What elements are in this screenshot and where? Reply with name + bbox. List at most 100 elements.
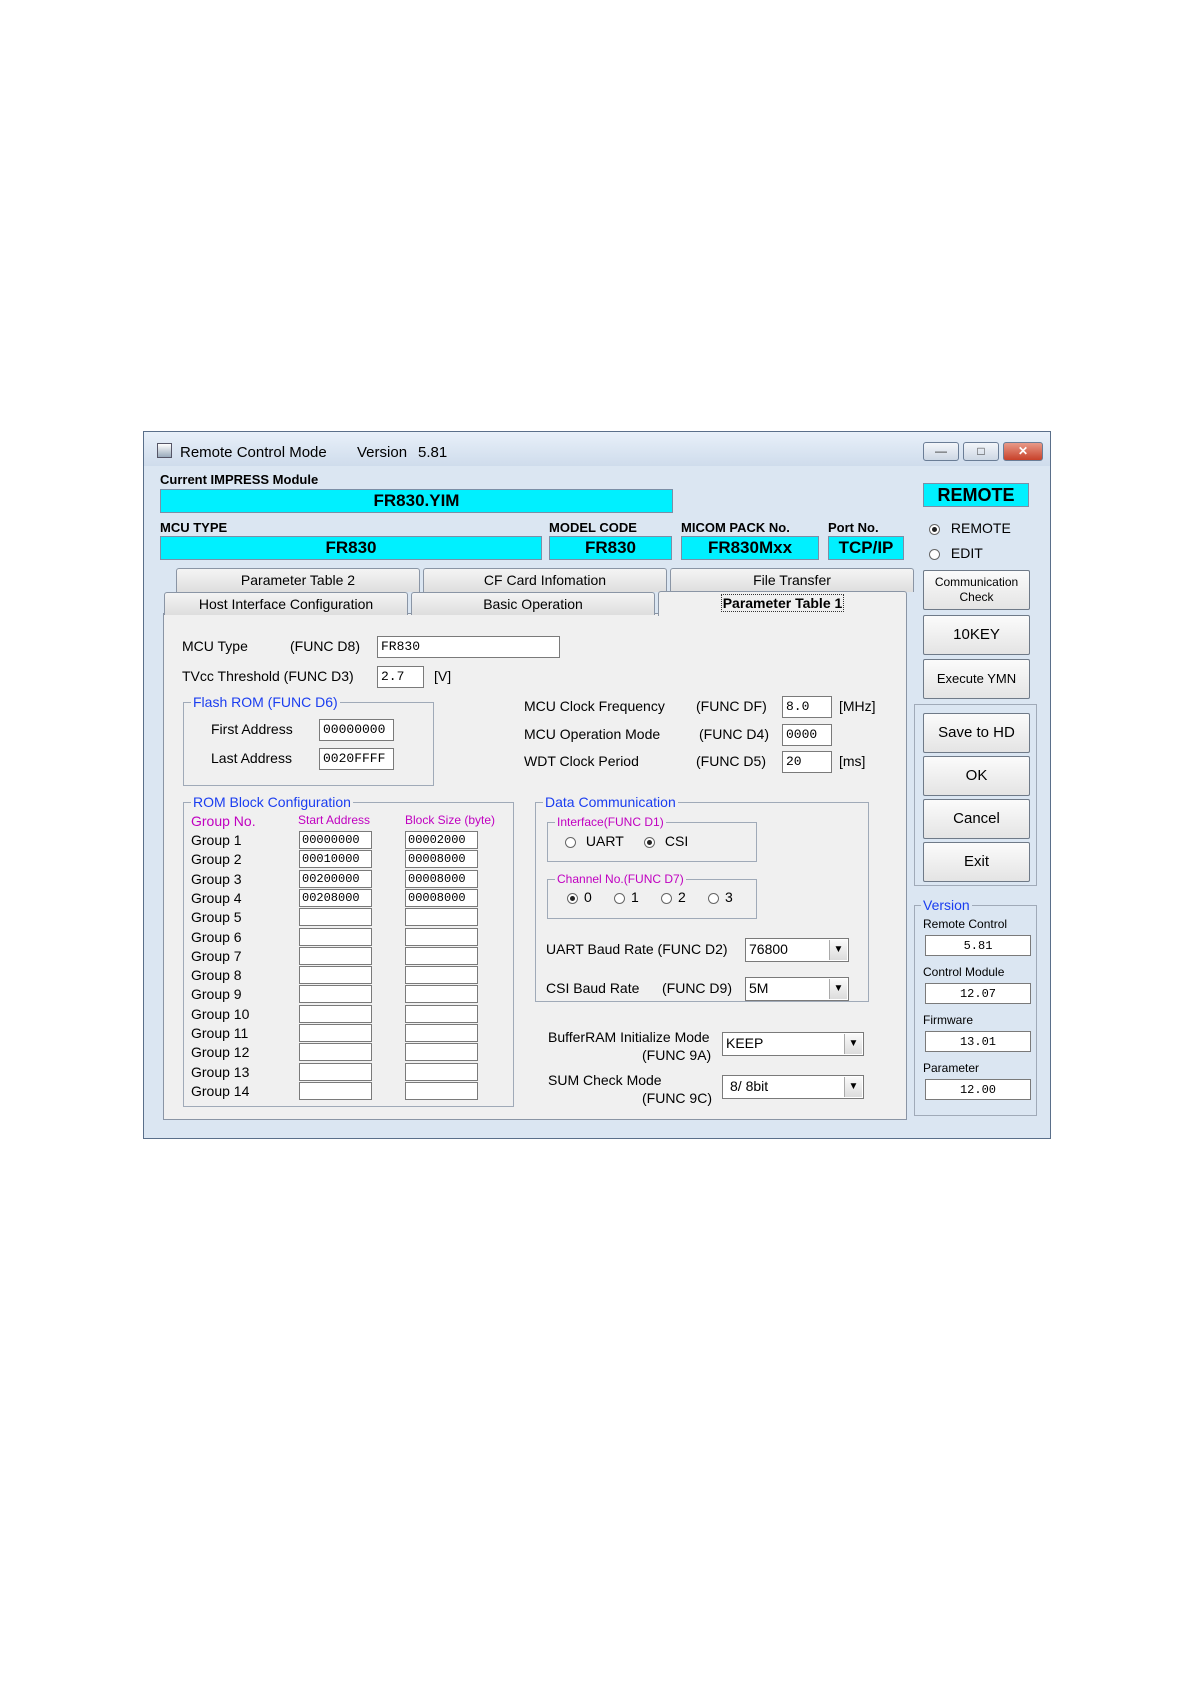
rom-group-label: Group 3 (191, 870, 242, 887)
close-button[interactable]: ✕ (1003, 442, 1043, 461)
rom-col-start-header: Start Address (298, 813, 371, 827)
interface-csi-label: CSI (664, 833, 689, 849)
rom-start-address-input[interactable] (299, 966, 372, 985)
tenkey-button[interactable]: 10KEY (923, 615, 1030, 655)
rom-block-size-input[interactable] (405, 1081, 478, 1100)
rom-start-address-input[interactable] (299, 1024, 372, 1042)
exit-button[interactable]: Exit (923, 842, 1030, 882)
cancel-button[interactable]: Cancel (923, 799, 1030, 839)
rom-group-label: Group 12 (191, 1044, 250, 1061)
maximize-button[interactable]: □ (963, 442, 999, 461)
interface-csi-radio[interactable]: CSI (644, 833, 688, 849)
radio-uart-icon (565, 836, 576, 848)
chevron-down-icon: ▼ (829, 979, 847, 999)
mode-edit-radio[interactable]: EDIT (929, 545, 983, 561)
rom-start-address-input[interactable] (299, 927, 372, 946)
rom-start-address-input[interactable] (299, 1043, 372, 1062)
channel-radio-label: 1 (631, 889, 639, 905)
rom-start-address-input[interactable] (299, 1081, 372, 1100)
rom-col-size-header: Block Size (byte) (405, 813, 496, 827)
radio-unselected-icon (929, 548, 940, 560)
channel-radio-3[interactable]: 3 (708, 889, 733, 905)
channel-title: Channel No.(FUNC D7) (555, 872, 686, 886)
rom-block-size-input[interactable] (405, 1062, 478, 1081)
interface-title: Interface(FUNC D1) (555, 815, 666, 829)
rom-start-address-input[interactable]: 00200000 (299, 869, 372, 888)
buffer-mode-func: (FUNC 9A) (642, 1047, 712, 1063)
rom-start-address-input[interactable] (299, 946, 372, 965)
clock-freq-func: (FUNC DF) (696, 698, 767, 714)
tvcc-input[interactable]: 2.7 (377, 666, 424, 688)
rom-block-size-input[interactable]: 00002000 (405, 831, 478, 849)
csi-baud-value: 5M (749, 980, 769, 996)
radio-icon (614, 892, 625, 904)
rom-block-size-input[interactable]: 00008000 (405, 888, 478, 907)
tab-parameter-table-1[interactable]: Parameter Table 1 (658, 591, 907, 616)
execute-ymn-button[interactable]: Execute YMN (923, 659, 1030, 699)
channel-radio-2[interactable]: 2 (661, 889, 686, 905)
radio-icon (708, 892, 719, 904)
rom-start-address-input[interactable]: 00010000 (299, 850, 372, 869)
radio-icon (661, 892, 672, 904)
rom-block-size-input[interactable] (405, 908, 478, 927)
rom-start-address-input[interactable]: 00000000 (299, 831, 372, 849)
radio-selected-icon (929, 523, 940, 535)
clock-freq-input[interactable]: 8.0 (782, 696, 832, 718)
rom-group-label: Group 9 (191, 986, 242, 1003)
buffer-mode-value: KEEP (726, 1035, 764, 1051)
first-address-input[interactable]: 00000000 (319, 719, 394, 741)
rom-block-size-input[interactable] (405, 927, 478, 946)
rom-start-address-input[interactable] (299, 985, 372, 1004)
csi-baud-select[interactable]: 5M ▼ (745, 977, 849, 1001)
rom-block-size-input[interactable] (405, 1043, 478, 1062)
rom-block-size-input[interactable] (405, 1024, 478, 1042)
wdt-input[interactable]: 20 (782, 751, 832, 773)
rom-start-address-input[interactable] (299, 1062, 372, 1081)
channel-radio-0[interactable]: 0 (567, 889, 592, 905)
save-to-hd-button[interactable]: Save to HD (923, 713, 1030, 753)
interface-uart-radio[interactable]: UART (565, 833, 624, 849)
rom-block-size-input[interactable]: 00008000 (405, 869, 478, 888)
minimize-icon: — (935, 444, 947, 458)
tab-parameter-table-2[interactable]: Parameter Table 2 (176, 568, 420, 592)
op-mode-input[interactable]: 0000 (782, 724, 832, 746)
rom-block-size-input[interactable] (405, 966, 478, 985)
buffer-mode-label: BufferRAM Initialize Mode (548, 1029, 710, 1045)
last-address-input[interactable]: 0020FFFF (319, 748, 394, 770)
communication-check-button[interactable]: Communication Check (923, 570, 1030, 610)
port-display: TCP/IP (828, 536, 904, 560)
tab-file-transfer[interactable]: File Transfer (670, 568, 914, 592)
rom-group-label: Group 7 (191, 947, 242, 964)
rom-start-address-input[interactable]: 00208000 (299, 888, 372, 907)
version-title: Version (921, 897, 972, 913)
remote-control-version: 5.81 (925, 935, 1031, 956)
sum-check-func: (FUNC 9C) (642, 1090, 712, 1106)
tab-basic-operation[interactable]: Basic Operation (411, 592, 655, 615)
channel-radio-1[interactable]: 1 (614, 889, 639, 905)
chevron-down-icon: ▼ (844, 1077, 862, 1097)
mode-remote-label: REMOTE (950, 520, 1011, 536)
last-address-label: Last Address (211, 750, 292, 766)
mcu-type-input[interactable]: FR830 (377, 636, 560, 658)
rom-start-address-input[interactable] (299, 1004, 372, 1023)
uart-baud-select[interactable]: 76800 ▼ (745, 938, 849, 962)
sum-check-value: 8/ 8bit (730, 1078, 769, 1094)
window-version-label: Version (357, 444, 408, 461)
rom-block-size-input[interactable] (405, 946, 478, 965)
rom-start-address-input[interactable] (299, 908, 372, 927)
rom-group-label: Group 6 (191, 928, 242, 945)
rom-group-label: Group 4 (191, 889, 242, 906)
ok-button[interactable]: OK (923, 756, 1030, 796)
current-module-display: FR830.YIM (160, 489, 673, 513)
tab-cf-card-information[interactable]: CF Card Infomation (423, 568, 667, 592)
sum-check-select[interactable]: 8/ 8bit ▼ (722, 1075, 864, 1099)
buffer-mode-select[interactable]: KEEP ▼ (722, 1032, 864, 1056)
tab-host-interface-configuration[interactable]: Host Interface Configuration (164, 592, 408, 615)
rom-block-size-input[interactable] (405, 985, 478, 1004)
rom-block-size-input[interactable] (405, 1004, 478, 1023)
mode-remote-radio[interactable]: REMOTE (929, 520, 1011, 536)
rom-group-label: Group 1 (191, 832, 242, 848)
minimize-button[interactable]: — (923, 442, 959, 461)
rom-block-size-input[interactable]: 00008000 (405, 850, 478, 869)
rom-group-label: Group 14 (191, 1082, 250, 1099)
